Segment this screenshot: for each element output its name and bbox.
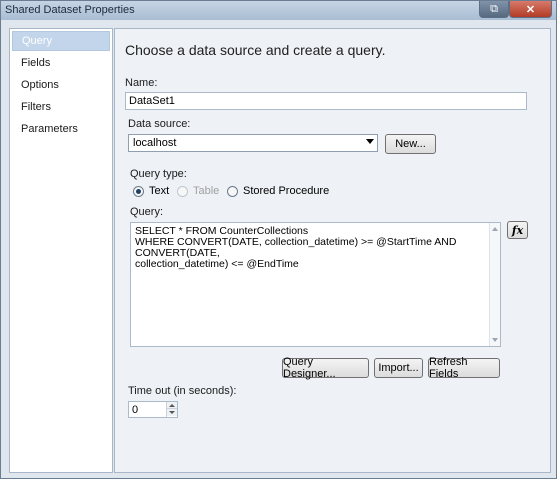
- query-type-table-radio: Table: [177, 185, 219, 197]
- new-datasource-button[interactable]: New...: [385, 134, 436, 154]
- radio-label-stored-procedure: Stored Procedure: [243, 185, 330, 197]
- window-title: Shared Dataset Properties: [5, 4, 135, 16]
- query-type-label: Query type:: [130, 168, 187, 180]
- import-button[interactable]: Import...: [374, 358, 423, 378]
- timeout-value: 0: [132, 404, 139, 416]
- restore-button[interactable]: ⧉: [479, 1, 509, 18]
- radio-label-text: Text: [149, 185, 170, 197]
- sidebar: Query Fields Options Filters Parameters: [9, 28, 113, 473]
- expression-button[interactable]: fx: [507, 221, 528, 239]
- scroll-down-icon[interactable]: [492, 338, 498, 342]
- query-type-stored-procedure-radio[interactable]: Stored Procedure: [227, 185, 329, 197]
- sidebar-item-query[interactable]: Query: [12, 31, 110, 51]
- radio-checked-icon: [133, 185, 144, 197]
- query-scrollbar[interactable]: [489, 223, 500, 346]
- radio-unchecked-icon: [177, 185, 188, 197]
- close-icon: ✕: [525, 3, 536, 16]
- refresh-fields-button[interactable]: Refresh Fields: [428, 356, 500, 380]
- radio-label-table: Table: [193, 185, 220, 197]
- timeout-stepper[interactable]: 0: [128, 401, 178, 418]
- page-heading: Choose a data source and create a query.: [125, 42, 386, 58]
- query-designer-button[interactable]: Query Designer...: [282, 356, 369, 380]
- chevron-down-icon: [366, 139, 374, 144]
- query-textarea[interactable]: SELECT * FROM CounterCollections WHERE C…: [130, 222, 501, 347]
- close-button[interactable]: ✕: [509, 1, 552, 18]
- query-text: SELECT * FROM CounterCollections WHERE C…: [135, 225, 457, 270]
- timeout-label: Time out (in seconds):: [128, 385, 237, 397]
- radio-unchecked-icon: [227, 185, 238, 197]
- restore-icon: ⧉: [490, 2, 498, 15]
- title-bar[interactable]: Shared Dataset Properties ⧉ ✕: [1, 1, 556, 20]
- datasource-dropdown[interactable]: localhost: [128, 134, 378, 152]
- stepper-up-icon[interactable]: [167, 402, 177, 409]
- sidebar-item-options[interactable]: Options: [12, 75, 110, 95]
- scroll-up-icon[interactable]: [492, 227, 498, 231]
- query-page: Choose a data source and create a query.…: [114, 28, 551, 473]
- sidebar-item-fields[interactable]: Fields: [12, 53, 110, 73]
- fx-icon: fx: [511, 223, 524, 237]
- query-type-text-radio[interactable]: Text: [133, 185, 169, 197]
- stepper-buttons: [166, 402, 177, 417]
- name-field[interactable]: DataSet1: [125, 92, 527, 110]
- datasource-value: localhost: [133, 137, 177, 149]
- datasource-label: Data source:: [128, 118, 191, 130]
- name-label: Name:: [125, 77, 158, 89]
- query-label: Query:: [130, 206, 164, 218]
- sidebar-item-filters[interactable]: Filters: [12, 97, 110, 117]
- dataset-properties-dialog: Shared Dataset Properties ⧉ ✕ Query Fiel…: [0, 0, 557, 479]
- stepper-down-icon[interactable]: [167, 409, 177, 416]
- sidebar-item-parameters[interactable]: Parameters: [12, 119, 110, 139]
